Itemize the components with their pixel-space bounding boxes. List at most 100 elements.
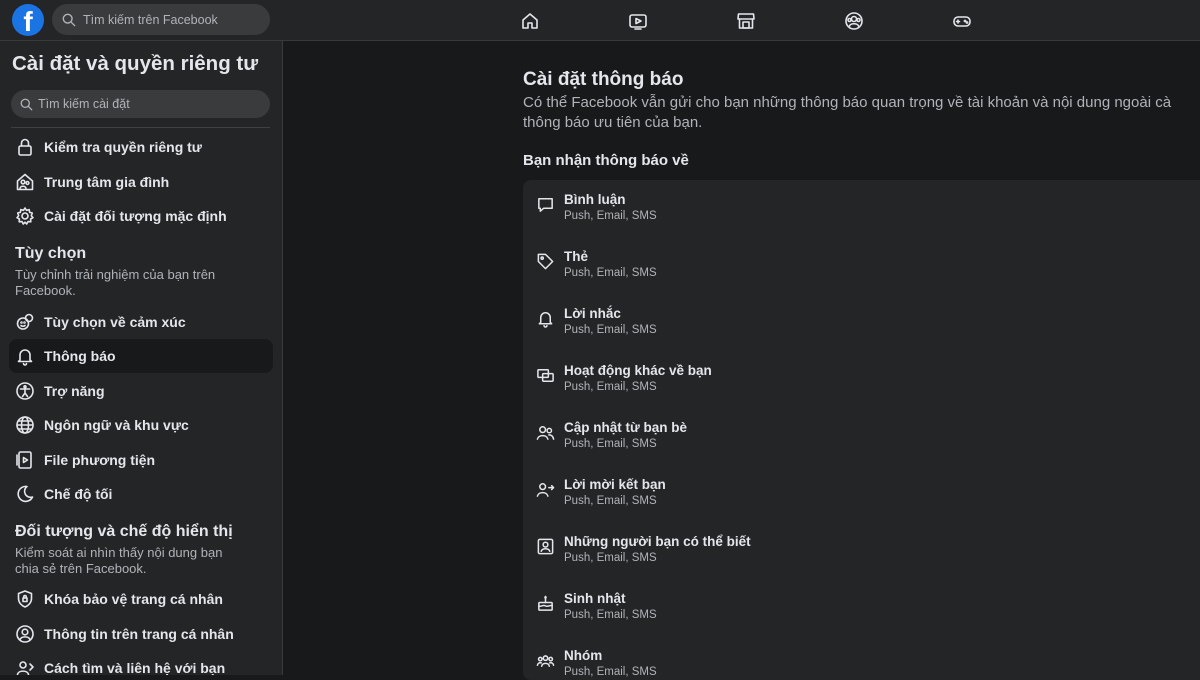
notification-channels: Push, Email, SMS	[564, 210, 657, 222]
notification-channels: Push, Email, SMS	[564, 438, 657, 450]
birthday-cake-icon	[538, 595, 553, 611]
settings-search-box[interactable]	[11, 90, 270, 118]
tag-icon	[537, 253, 554, 270]
facebook-search-box[interactable]	[52, 4, 270, 35]
sidebar-item-label: Cài đặt đối tượng mặc định	[44, 208, 227, 224]
page-description: Có thể Facebook vẫn gửi cho bạn những th…	[523, 93, 1200, 133]
activity-icon	[537, 369, 554, 382]
nav-marketplace[interactable]	[726, 0, 834, 41]
notification-channels: Push, Email, SMS	[564, 495, 657, 507]
sidebar-item-dark-mode[interactable]: Chế độ tối	[9, 477, 273, 511]
notification-types-heading: Bạn nhận thông báo về	[523, 152, 689, 169]
sidebar-item-label: Tùy chọn về cảm xúc	[44, 314, 186, 330]
section-desc-preferences: Tùy chỉnh trải nghiệm của bạn trên Faceb…	[15, 267, 216, 298]
globe-icon	[16, 416, 34, 434]
notification-channels: Push, Email, SMS	[564, 552, 657, 564]
sidebar-item-label: Thông báo	[44, 348, 116, 364]
accessibility-icon	[16, 382, 34, 400]
notification-row-friend-requests[interactable]: Lời mời kết bạn Push, Email, SMS	[536, 465, 1136, 507]
notification-label: Sinh nhật	[564, 591, 626, 606]
notification-row-birthdays[interactable]: Sinh nhật Push, Email, SMS	[536, 579, 1136, 621]
nav-groups[interactable]	[834, 0, 942, 41]
notification-label: Bình luận	[564, 192, 626, 207]
notification-label: Thẻ	[564, 249, 589, 264]
video-icon	[629, 13, 647, 30]
notification-row-reminders[interactable]: Lời nhắc Push, Email, SMS	[536, 294, 1136, 336]
notification-channels: Push, Email, SMS	[564, 381, 657, 393]
notification-label: Nhóm	[564, 648, 603, 663]
notification-types-card: Bình luận Push, Email, SMS Thẻ Push, Email…	[523, 180, 1200, 680]
sidebar-item-find-contact[interactable]: Cách tìm và liên hệ với bạn	[9, 651, 273, 675]
sidebar-item-label: File phương tiện	[44, 452, 156, 468]
sidebar-item-media[interactable]: File phương tiện	[9, 443, 273, 477]
sidebar-item-notifications[interactable]: Thông báo	[9, 339, 273, 373]
top-navigation-bar: f	[0, 0, 1200, 41]
nav-video[interactable]	[618, 0, 726, 41]
page-title: Cài đặt thông báo	[523, 69, 684, 90]
sidebar-item-label: Thông tin trên trang cá nhân	[44, 626, 234, 642]
comment-icon	[538, 198, 553, 212]
bell-icon	[17, 349, 33, 366]
notification-label: Lời nhắc	[564, 306, 621, 321]
notification-channels: Push, Email, SMS	[564, 267, 657, 279]
notification-row-comments[interactable]: Bình luận Push, Email, SMS	[536, 180, 1136, 222]
sidebar-item-reaction-preferences[interactable]: Tùy chọn về cảm xúc	[9, 305, 273, 339]
find-contact-icon	[16, 661, 34, 675]
home-icon	[522, 12, 538, 29]
sidebar-item-language-region[interactable]: Ngôn ngữ và khu vực	[9, 408, 273, 442]
sidebar-item-label: Trung tâm gia đình	[44, 174, 170, 190]
reactions-icon	[16, 313, 34, 330]
reminder-bell-icon	[538, 312, 553, 328]
page-description-line: Có thể Facebook vẫn gửi cho bạn những th…	[523, 94, 1172, 111]
notification-channels: Push, Email, SMS	[564, 609, 657, 621]
gear-icon	[16, 207, 34, 225]
sidebar-title: Cài đặt và quyền riêng tư	[12, 52, 259, 75]
notification-label: Cập nhật từ bạn bè	[564, 420, 688, 435]
notification-row-friend-updates[interactable]: Cập nhật từ bạn bè Push, Email, SMS	[536, 408, 1136, 450]
sidebar-item-label: Ngôn ngữ và khu vực	[44, 417, 189, 433]
page-description-line: thông báo ưu tiên của bạn.	[523, 114, 703, 131]
family-center-icon	[16, 173, 34, 191]
nav-gaming[interactable]	[942, 0, 1050, 41]
facebook-search-input[interactable]	[83, 12, 263, 27]
search-icon	[62, 13, 76, 26]
section-title-preferences: Tùy chọn	[15, 245, 87, 262]
notification-label: Lời mời kết bạn	[564, 477, 666, 492]
moon-icon	[17, 485, 34, 503]
marketplace-icon	[737, 12, 755, 29]
section-desc-audience: Kiểm soát ai nhìn thấy nội dung bạn chia…	[15, 545, 223, 576]
sidebar-item-label: Kiểm tra quyền riêng tư	[44, 139, 202, 155]
notification-channels: Push, Email, SMS	[564, 324, 657, 336]
groups-icon	[536, 655, 555, 667]
nav-home[interactable]	[510, 0, 618, 41]
notification-label: Những người bạn có thể biết	[564, 534, 751, 549]
notification-row-people-you-may-know[interactable]: Những người bạn có thể biết Push, Email, …	[536, 522, 1136, 564]
media-file-icon	[16, 451, 32, 469]
sidebar-item-family-center[interactable]: Trung tâm gia đình	[9, 165, 273, 199]
gaming-icon	[953, 15, 971, 27]
sidebar-item-accessibility[interactable]: Trợ năng	[9, 374, 273, 408]
notification-row-tags[interactable]: Thẻ Push, Email, SMS	[536, 237, 1136, 279]
sidebar-item-profile-details[interactable]: Thông tin trên trang cá nhân	[9, 617, 273, 651]
lock-icon	[18, 138, 32, 156]
section-title-audience: Đối tượng và chế độ hiển thị	[15, 523, 233, 540]
sidebar-item-label: Khóa bảo vệ trang cá nhân	[44, 591, 223, 607]
sidebar-item-profile-locking[interactable]: Khóa bảo vệ trang cá nhân	[9, 582, 273, 616]
sidebar-divider	[11, 127, 270, 128]
notification-row-activity-about-you[interactable]: Hoạt động khác về bạn Push, Email, SMS	[536, 351, 1136, 393]
profile-lock-icon	[17, 590, 33, 608]
facebook-logo[interactable]: f	[12, 4, 44, 36]
friends-update-icon	[536, 426, 555, 440]
sidebar-item-label: Trợ năng	[44, 383, 105, 399]
search-icon	[20, 98, 33, 110]
notification-channels: Push, Email, SMS	[564, 666, 657, 678]
main-nav	[510, 0, 1050, 41]
friend-request-icon	[536, 483, 555, 497]
notification-row-groups[interactable]: Nhóm Push, Email, SMS	[536, 636, 1136, 678]
sidebar-item-privacy-checkup[interactable]: Kiểm tra quyền riêng tư	[9, 130, 273, 164]
groups-icon	[845, 11, 863, 30]
notification-label: Hoạt động khác về bạn	[564, 363, 712, 378]
settings-search-input[interactable]	[38, 97, 218, 111]
profile-info-icon	[16, 625, 34, 643]
sidebar-item-default-audience[interactable]: Cài đặt đối tượng mặc định	[9, 199, 273, 233]
